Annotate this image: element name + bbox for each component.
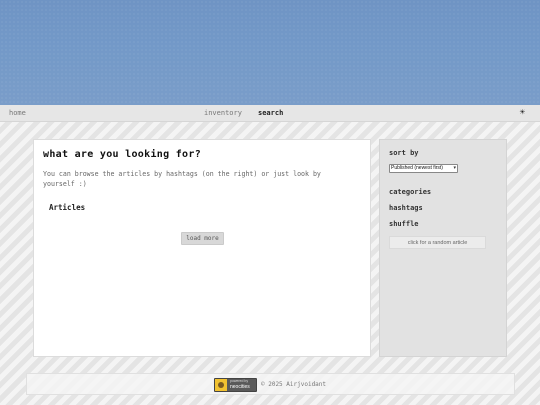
copyright-text: © 2025 Airjvoidant: [261, 381, 327, 388]
badge-main-text: neocities: [230, 384, 250, 390]
articles-heading: Articles: [49, 203, 86, 212]
load-more-button[interactable]: load more: [181, 232, 224, 245]
intro-text: You can browse the articles by hashtags …: [43, 170, 321, 188]
neocities-logo-icon: [215, 379, 227, 391]
nav-link-home[interactable]: home: [9, 109, 26, 118]
header-banner: [0, 0, 540, 105]
nav-link-inventory[interactable]: inventory: [204, 109, 242, 118]
sort-select[interactable]: Published (newest first) ▾: [389, 164, 458, 173]
random-article-button[interactable]: click for a random article: [389, 236, 486, 249]
page-title: what are you looking for?: [43, 149, 202, 160]
main-content-card: what are you looking for? You can browse…: [33, 139, 371, 357]
hashtags-heading[interactable]: hashtags: [389, 204, 423, 212]
sort-select-value: Published (newest first): [391, 165, 443, 171]
nav-link-search[interactable]: search: [258, 109, 283, 118]
neocities-badge[interactable]: powered by neocities: [214, 378, 257, 392]
footer: powered by neocities © 2025 Airjvoidant: [26, 373, 515, 395]
sun-icon[interactable]: ☀: [517, 108, 528, 119]
chevron-down-icon: ▾: [453, 165, 456, 171]
categories-heading[interactable]: categories: [389, 188, 431, 196]
sidebar: sort by Published (newest first) ▾ categ…: [379, 139, 507, 357]
sort-heading: sort by: [389, 149, 419, 157]
top-navbar: home inventory search ☀: [0, 105, 540, 122]
shuffle-heading: shuffle: [389, 220, 419, 228]
